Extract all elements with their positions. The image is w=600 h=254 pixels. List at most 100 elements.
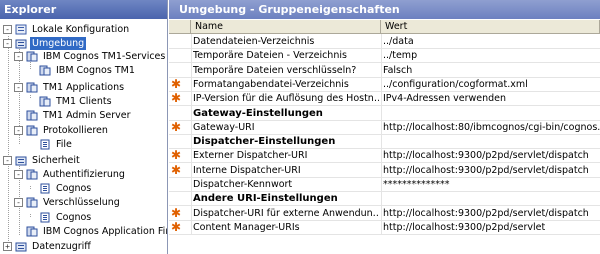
property-value[interactable]: http://localhost:9300/p2pd/servlet xyxy=(383,221,600,234)
tree-node[interactable]: File xyxy=(39,138,74,151)
required-asterisk-icon: ✱ xyxy=(171,91,182,106)
property-group-row[interactable]: Andere URI-Einstellungen xyxy=(169,192,600,207)
server-icon xyxy=(26,110,41,121)
property-name: Formatangabendatei-Verzeichnis xyxy=(193,78,349,90)
required-asterisk-icon: ✱ xyxy=(171,162,182,177)
server-icon xyxy=(26,82,41,93)
property-row[interactable]: Temporäre Dateien - Verzeichnis ../temp xyxy=(169,49,600,64)
server-icon xyxy=(26,51,41,62)
property-name: Andere URI-Einstellungen xyxy=(193,193,338,205)
collapse-toggle[interactable]: - xyxy=(3,156,12,165)
tree-node-label: Authentifizierung xyxy=(43,169,125,180)
properties-pane: Umgebung - Gruppeneigenschaften Name Wer… xyxy=(169,0,600,254)
property-value[interactable]: http://localhost:9300/p2pd/servlet/dispa… xyxy=(383,149,600,162)
tree-node-label: Datenzugriff xyxy=(32,241,91,252)
property-row[interactable]: ✱ Interne Dispatcher-URI http://localhost:… xyxy=(169,162,600,178)
property-row[interactable]: ✱ Formatangabendatei-Verzeichnis ../config… xyxy=(169,77,600,92)
property-value[interactable]: IPv4-Adressen verwenden xyxy=(383,92,600,105)
required-column-header xyxy=(169,20,191,34)
property-value[interactable]: ../temp xyxy=(383,49,600,62)
tree-node[interactable]: - Protokollieren xyxy=(14,124,110,137)
server-icon xyxy=(26,197,41,208)
doc-icon xyxy=(39,183,54,194)
collapse-toggle[interactable]: - xyxy=(3,39,12,48)
tree-node[interactable]: TM1 Admin Server xyxy=(26,109,133,122)
property-value[interactable]: ../configuration/cogformat.xml xyxy=(383,78,600,91)
tree-node[interactable]: - Umgebung xyxy=(3,37,87,50)
tree-node[interactable]: IBM Cognos Application Firev xyxy=(26,225,168,238)
collapse-toggle[interactable]: - xyxy=(14,126,23,135)
properties-title: Umgebung - Gruppeneigenschaften xyxy=(169,0,600,19)
value-column-header[interactable]: Wert xyxy=(381,20,600,34)
tree-node[interactable]: - IBM Cognos TM1-Services xyxy=(14,50,167,63)
tree-node[interactable]: TM1 Clients xyxy=(39,95,114,108)
root-icon xyxy=(15,24,30,35)
collapse-toggle[interactable]: - xyxy=(14,170,23,179)
property-row[interactable]: ✱ Content Manager-URIs http://localhost:93… xyxy=(169,219,600,235)
tree-node-label: Protokollieren xyxy=(43,125,108,136)
server-icon xyxy=(39,96,54,107)
folder-icon xyxy=(15,38,30,49)
property-value[interactable]: http://localhost:80/ibmcognos/cgi-bin/co… xyxy=(383,121,600,134)
property-row[interactable]: ✱ Externer Dispatcher-URI http://localhost… xyxy=(169,148,600,164)
collapse-toggle[interactable]: - xyxy=(14,198,23,207)
property-value[interactable]: http://localhost:9300/p2pd/servlet/dispa… xyxy=(383,164,600,177)
tree-node[interactable]: - TM1 Applications xyxy=(14,81,126,94)
property-value[interactable]: http://localhost:9300/p2pd/servlet/dispa… xyxy=(383,207,600,220)
tree-node-label: IBM Cognos Application Firev xyxy=(43,226,168,237)
doc-icon xyxy=(39,212,54,223)
folder-icon xyxy=(15,241,30,252)
property-name: Datendateien-Verzeichnis xyxy=(193,36,315,47)
property-value[interactable]: Falsch xyxy=(383,64,600,77)
tree-node-label: Umgebung xyxy=(30,37,87,50)
server-icon xyxy=(26,125,41,136)
property-row[interactable]: ✱ Dispatcher-URI für externe Anwendun… htt… xyxy=(169,205,600,221)
property-row[interactable]: Temporäre Dateien verschlüsseln? Falsch xyxy=(169,64,600,78)
collapse-toggle[interactable]: - xyxy=(14,52,23,61)
property-value[interactable]: ../data xyxy=(383,35,600,48)
collapse-toggle[interactable]: - xyxy=(14,83,23,92)
property-name: Dispatcher-URI für externe Anwendun… xyxy=(193,207,379,219)
property-row[interactable]: Datendateien-Verzeichnis ../data xyxy=(169,35,600,49)
tree-node[interactable]: - Authentifizierung xyxy=(14,168,127,181)
property-name: Interne Dispatcher-URI xyxy=(193,164,301,176)
tree-node-label: TM1 Admin Server xyxy=(43,110,131,121)
tree-node-label: File xyxy=(56,139,72,150)
explorer-pane: Explorer - Lokale Konfiguration - Umgebung -… xyxy=(0,0,168,254)
folder-icon xyxy=(15,155,30,166)
tree-node[interactable]: - Lokale Konfiguration xyxy=(3,23,131,36)
property-value[interactable]: ************** xyxy=(383,178,600,191)
name-column-header[interactable]: Name xyxy=(191,20,381,34)
property-name: IP-Version für die Auflösung des Hostn… xyxy=(193,93,379,105)
property-group-row[interactable]: Gateway-Einstellungen xyxy=(169,107,600,121)
property-row[interactable]: Dispatcher-Kennwort ************** xyxy=(169,178,600,192)
collapse-toggle[interactable]: - xyxy=(3,25,12,34)
tree-node-label: Cognos xyxy=(56,212,92,223)
property-name: Dispatcher-Kennwort xyxy=(193,179,293,190)
tree-node[interactable]: Cognos xyxy=(39,211,93,224)
expand-toggle[interactable]: + xyxy=(3,242,12,251)
tree-node[interactable]: + Datenzugriff xyxy=(3,240,93,253)
property-name: Dispatcher-Einstellungen xyxy=(193,136,336,148)
property-group-row[interactable]: Dispatcher-Einstellungen xyxy=(169,135,600,150)
tree-node[interactable]: Cognos xyxy=(39,182,93,195)
required-asterisk-icon: ✱ xyxy=(171,148,182,163)
server-icon xyxy=(26,169,41,180)
required-asterisk-icon: ✱ xyxy=(171,119,182,134)
property-row[interactable]: ✱ IP-Version für die Auflösung des Hostn…… xyxy=(169,91,600,107)
tree-node[interactable]: - Verschlüsselung xyxy=(14,196,122,209)
property-name: Gateway-URI xyxy=(193,121,255,133)
property-name: Temporäre Dateien verschlüsseln? xyxy=(193,64,357,76)
tree-node-label: TM1 Applications xyxy=(43,82,125,93)
tree-node-label: Verschlüsselung xyxy=(43,197,120,208)
server-icon xyxy=(26,226,41,237)
tree-node[interactable]: IBM Cognos TM1 xyxy=(39,64,137,77)
property-row[interactable]: ✱ Gateway-URI http://localhost:80/ibmcogno… xyxy=(169,119,600,135)
property-name: Content Manager-URIs xyxy=(193,221,300,233)
required-asterisk-icon: ✱ xyxy=(171,219,182,234)
property-name: Externer Dispatcher-URI xyxy=(193,150,308,162)
tree-node[interactable]: - Sicherheit xyxy=(3,154,82,167)
tree-node-label: IBM Cognos TM1 xyxy=(56,65,135,76)
property-name: Gateway-Einstellungen xyxy=(193,107,323,119)
required-asterisk-icon: ✱ xyxy=(171,205,182,220)
